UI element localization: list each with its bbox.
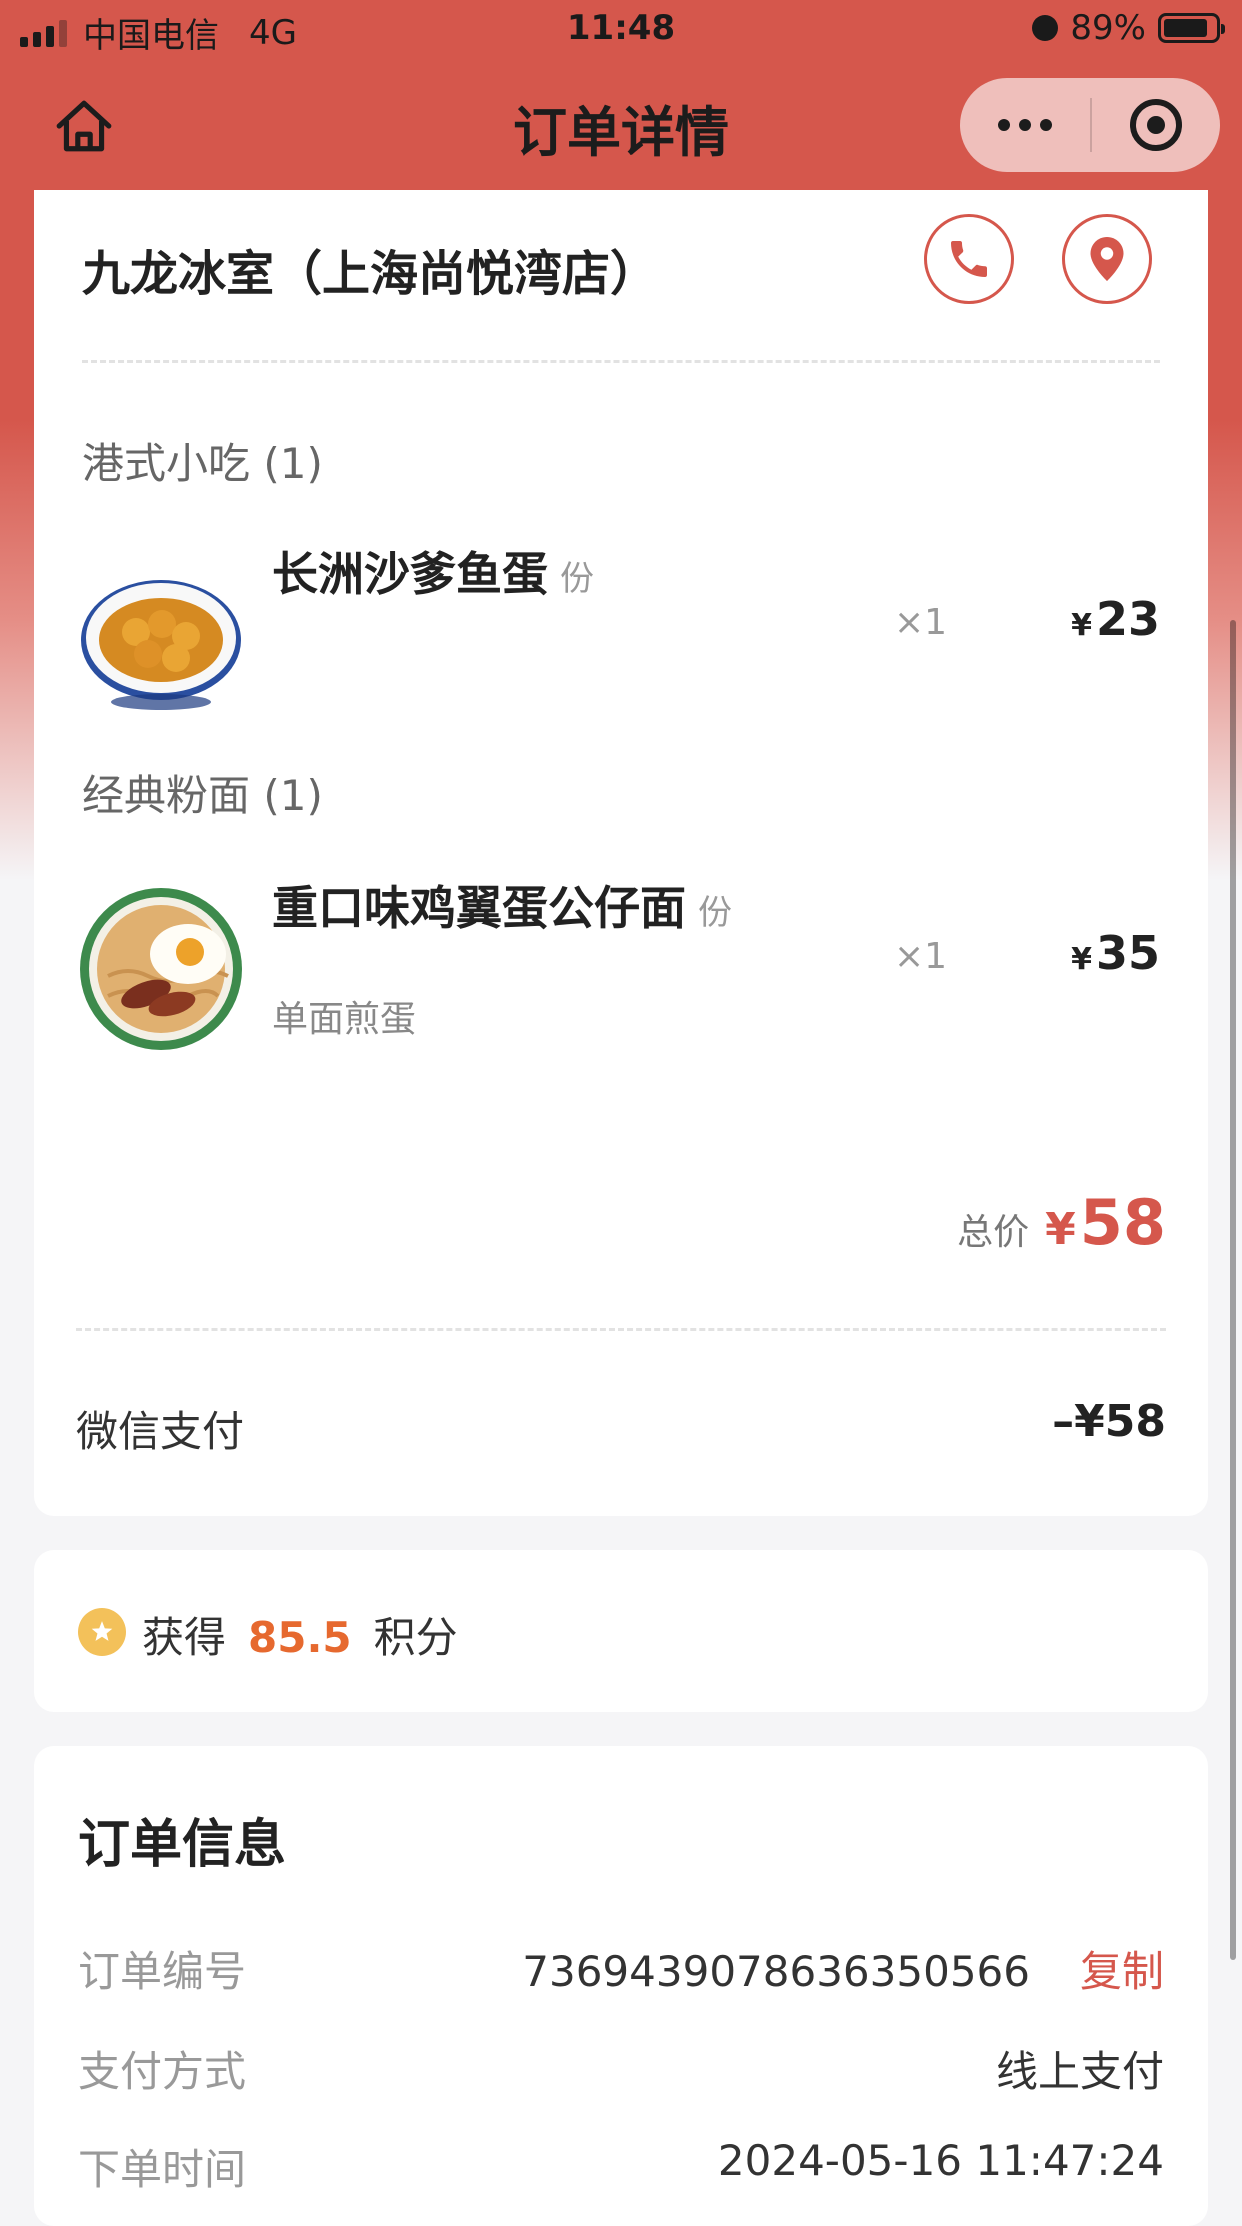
- dish-name: 重口味鸡翼蛋公仔面份: [272, 872, 732, 938]
- dish-image-fishball[interactable]: [78, 552, 244, 718]
- order-number-label: 订单编号: [78, 1947, 247, 1996]
- order-number-row: 订单编号 7369439078636350566 复制: [78, 1938, 1164, 1998]
- order-card: 九龙冰室（上海尚悦湾店） 港式小吃 (1) 长洲沙爹鱼蛋份 ×1 ¥23 经典粉…: [34, 190, 1208, 1516]
- payment-method: 微信支付: [76, 1407, 245, 1456]
- order-time-value: 2024-05-16 11:47:24: [717, 2136, 1164, 2185]
- star-coin-icon: [78, 1608, 126, 1656]
- points-value: 85.5: [248, 1613, 352, 1662]
- phone-icon[interactable]: [924, 214, 1014, 304]
- price-value: 23: [1095, 592, 1160, 646]
- order-info-title: 订单信息: [78, 1815, 287, 1875]
- dish-name-text: 重口味鸡翼蛋公仔面: [272, 881, 686, 935]
- price-currency: ¥: [1071, 608, 1092, 643]
- scrollbar[interactable]: [1230, 620, 1236, 1960]
- target-close-icon[interactable]: [1092, 78, 1220, 172]
- points-card: 获得 85.5 积分: [34, 1550, 1208, 1712]
- payment-amount: –¥58: [1052, 1396, 1166, 1447]
- store-name: 九龙冰室（上海尚悦湾店）: [82, 246, 659, 302]
- points-suffix: 积分: [373, 1613, 458, 1662]
- category-title: 港式小吃 (1): [82, 439, 323, 488]
- order-info-card: 订单信息 订单编号 7369439078636350566 复制 支付方式 线上支…: [34, 1746, 1208, 2226]
- order-number-value: 7369439078636350566: [522, 1947, 1030, 1996]
- battery-icon: [1158, 13, 1225, 43]
- payment-type-value: 线上支付: [995, 2047, 1164, 2096]
- mini-program-capsule: [960, 78, 1220, 172]
- total-currency: ¥: [1045, 1204, 1076, 1255]
- price-currency: ¥: [1071, 942, 1092, 977]
- dish-price: ¥23: [1071, 592, 1160, 646]
- order-time-label: 下单时间: [78, 2145, 247, 2194]
- price-value: 35: [1095, 926, 1160, 980]
- points-prefix: 获得: [142, 1613, 227, 1662]
- dish-unit: 份: [698, 893, 732, 933]
- total-amount: 58: [1079, 1186, 1166, 1259]
- location-pin-icon[interactable]: [1062, 214, 1152, 304]
- dish-price: ¥35: [1071, 926, 1160, 980]
- payment-type-label: 支付方式: [78, 2047, 247, 2096]
- dish-unit: 份: [560, 559, 594, 599]
- total-label: 总价: [957, 1212, 1030, 1253]
- status-bar: 中国电信 4G 11:48 89%: [0, 0, 1242, 60]
- dish-spec: 单面煎蛋: [272, 999, 417, 1040]
- total-price: 总价 ¥58: [957, 1186, 1166, 1259]
- alarm-icon: [1032, 15, 1059, 41]
- dish-image-noodle[interactable]: [78, 886, 244, 1052]
- dish-quantity: ×1: [894, 602, 948, 643]
- dish-quantity: ×1: [894, 936, 948, 977]
- copy-button[interactable]: 复制: [1080, 1947, 1164, 1996]
- dish-name-text: 长洲沙爹鱼蛋: [272, 547, 548, 601]
- category-title: 经典粉面 (1): [82, 771, 323, 820]
- order-time-row: 下单时间 2024-05-16 11:47:24: [78, 2136, 1164, 2196]
- more-dots-icon[interactable]: [960, 78, 1090, 172]
- dish-name: 长洲沙爹鱼蛋份: [272, 538, 594, 604]
- points-text: 获得 85.5 积分: [142, 1604, 458, 1665]
- nav-bar: 订单详情: [0, 60, 1242, 190]
- payment-type-row: 支付方式 线上支付: [78, 2038, 1164, 2098]
- order-number-value-group: 7369439078636350566 复制: [522, 1938, 1164, 1999]
- battery-percent: 89%: [1070, 8, 1146, 48]
- divider-dashed: [76, 1328, 1166, 1331]
- divider-dashed: [82, 360, 1160, 363]
- total-value: ¥58: [1045, 1186, 1166, 1259]
